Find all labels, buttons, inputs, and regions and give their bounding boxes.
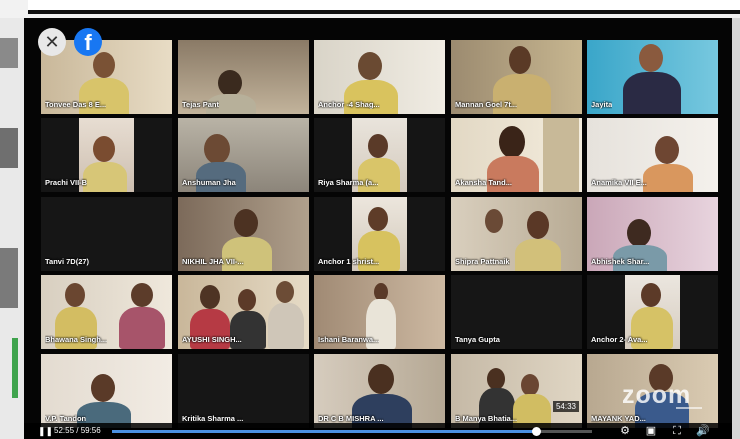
participant-tile: DR C B MISHRA ... [314, 354, 445, 428]
participant-name: Jayita [591, 100, 613, 109]
participant-name: Tejas Pant [182, 100, 219, 109]
participant-name: DR C B MISHRA ... [318, 414, 384, 423]
participant-name: Abhishek Shar... [591, 257, 650, 266]
participant-tile: Anchor 1 shrist... [314, 197, 445, 271]
pip-icon[interactable]: ▣ [644, 424, 658, 438]
fullscreen-icon[interactable]: ⛶ [670, 424, 684, 438]
participant-name: NIKHIL JHA VII-... [182, 257, 244, 266]
zoom-watermark-underline [676, 407, 702, 409]
participant-name: Ishani Baranwa... [318, 335, 380, 344]
active-speaker-tile: Akansha Tand... [451, 118, 582, 192]
participant-tile: Prachi VII-B [41, 118, 172, 192]
participant-tile: 54:33 B Manya Bhatia... [451, 354, 582, 428]
participant-name: Kritika Sharma ... [182, 414, 244, 423]
meeting-timer: 54:33 [552, 401, 579, 412]
participant-name: Mannan Goel 7t... [455, 100, 518, 109]
close-button[interactable]: ✕ [38, 28, 66, 56]
participant-name: AYUSHI SINGH... [182, 335, 242, 344]
participant-name: Anamika VII E... [591, 178, 647, 187]
player-controls: ❚❚ 52:55 / 59:56 ⚙ ▣ ⛶ 🔊 [24, 423, 732, 439]
participant-grid: Tonvee Das 8 E... Tejas Pant Anchor -4 S… [41, 40, 721, 428]
participant-tile: NIKHIL JHA VII-... [178, 197, 309, 271]
participant-name: B Manya Bhatia... [455, 414, 518, 423]
participant-tile: Ishani Baranwa... [314, 275, 445, 349]
participant-tile: Tejas Pant [178, 40, 309, 114]
participant-tile: V.P. Tandon [41, 354, 172, 428]
participant-name: V.P. Tandon [45, 414, 87, 423]
zoom-watermark: zoom [622, 381, 692, 409]
participant-tile: Anchor -4 Shag... [314, 40, 445, 114]
participant-name: Riya Sharma (a... [318, 178, 379, 187]
volume-icon[interactable]: 🔊 [696, 424, 710, 438]
participant-tile: AYUSHI SINGH... [178, 275, 309, 349]
screen: Tonvee Das 8 E... Tejas Pant Anchor -4 S… [0, 0, 740, 439]
participant-name: Prachi VII-B [45, 178, 88, 187]
participant-tile: Anchor 2- Ava... [587, 275, 718, 349]
participant-name: Anchor 1 shrist... [318, 257, 380, 266]
facebook-icon[interactable]: f [74, 28, 102, 56]
website-left-strip [0, 18, 24, 439]
participant-tile: Riya Sharma (a... [314, 118, 445, 192]
participant-tile: Jayita [587, 40, 718, 114]
participant-name: Anshuman Jha [182, 178, 236, 187]
pause-icon[interactable]: ❚❚ [38, 425, 53, 437]
time-display: 52:55 / 59:56 [54, 426, 101, 435]
participant-tile: Bhawana Singh... [41, 275, 172, 349]
participant-name: Tanya Gupta [455, 335, 500, 344]
participant-name: Shipra Pattnaik [455, 257, 510, 266]
participant-tile: Tanya Gupta [451, 275, 582, 349]
participant-name: Anchor -4 Shag... [318, 100, 380, 109]
settings-icon[interactable]: ⚙ [618, 424, 632, 438]
participant-name: Akansha Tand... [455, 178, 512, 187]
participant-name: MAYANK YAD... [591, 414, 646, 423]
video-player[interactable]: Tonvee Das 8 E... Tejas Pant Anchor -4 S… [24, 18, 732, 439]
website-header-strip [0, 0, 740, 18]
participant-name: Tonvee Das 8 E... [45, 100, 107, 109]
participant-tile: Anshuman Jha [178, 118, 309, 192]
participant-name: Anchor 2- Ava... [591, 335, 648, 344]
participant-tile: Abhishek Shar... [587, 197, 718, 271]
participant-tile: Kritika Sharma ... [178, 354, 309, 428]
progress-fill [112, 430, 536, 433]
participant-name: Bhawana Singh... [45, 335, 108, 344]
progress-bar[interactable] [112, 427, 592, 436]
participant-tile: Shipra Pattnaik [451, 197, 582, 271]
progress-handle[interactable] [531, 427, 541, 436]
participant-tile: Tanvi 7D(27) [41, 197, 172, 271]
participant-tile: Anamika VII E... [587, 118, 718, 192]
participant-name: Tanvi 7D(27) [45, 257, 90, 266]
participant-tile: Mannan Goel 7t... [451, 40, 582, 114]
website-right-strip [732, 18, 740, 439]
